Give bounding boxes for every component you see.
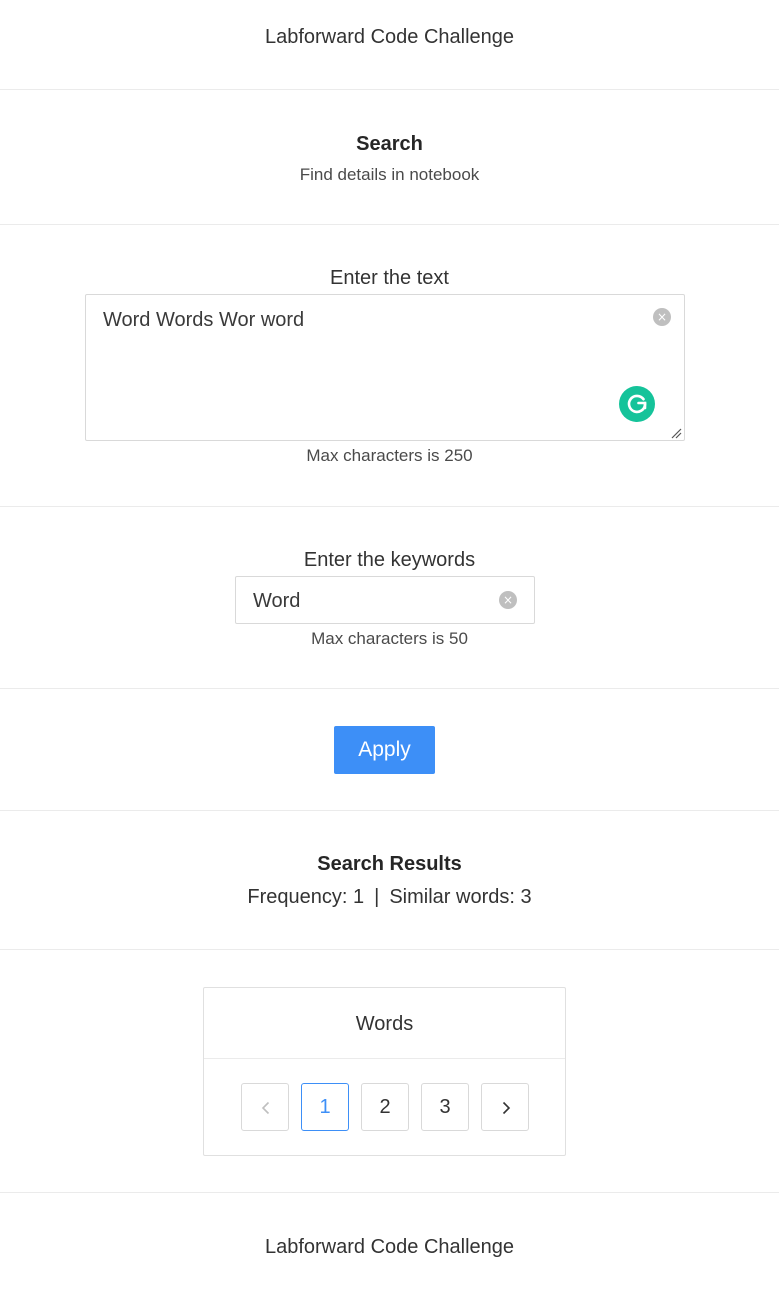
results-summary: Frequency: 1 | Similar words: 3 bbox=[0, 886, 779, 909]
words-section: Words 1 2 3 bbox=[0, 950, 779, 1193]
chevron-right-icon bbox=[502, 1101, 511, 1115]
keywords-field-helper: Max characters is 50 bbox=[311, 629, 468, 648]
grammarly-icon[interactable] bbox=[619, 386, 655, 422]
keywords-field-label: Enter the keywords bbox=[303, 549, 476, 571]
pagination: 1 2 3 bbox=[241, 1083, 531, 1131]
text-field-label: Enter the text bbox=[330, 267, 449, 289]
results-heading: Search Results bbox=[317, 853, 462, 875]
text-area[interactable]: Word Words Wor word × bbox=[85, 294, 685, 441]
footer-title: Labforward Code Challenge bbox=[264, 1236, 515, 1258]
keywords-input[interactable]: Word × bbox=[235, 576, 535, 624]
pagination-prev-button[interactable] bbox=[241, 1083, 289, 1131]
chevron-left-icon bbox=[261, 1101, 270, 1115]
search-subtitle: Find details in notebook bbox=[299, 165, 480, 184]
app-header: Labforward Code Challenge bbox=[0, 0, 779, 90]
text-area-value: Word Words Wor word bbox=[103, 309, 305, 331]
results-separator: | bbox=[374, 886, 380, 908]
app-footer: Labforward Code Challenge bbox=[0, 1193, 779, 1312]
search-section: Search Find details in notebook bbox=[0, 90, 779, 225]
words-card: Words 1 2 3 bbox=[203, 987, 566, 1156]
words-card-title: Words bbox=[204, 988, 565, 1059]
search-heading: Search bbox=[356, 133, 423, 155]
pagination-page-3[interactable]: 3 bbox=[421, 1083, 469, 1131]
frequency-label: Frequency: 1 bbox=[247, 886, 365, 908]
search-results-section: Search Results Frequency: 1 | Similar word… bbox=[0, 811, 779, 950]
pagination-page-1[interactable]: 1 bbox=[301, 1083, 349, 1131]
clear-icon[interactable]: × bbox=[499, 591, 517, 609]
resize-handle-icon[interactable] bbox=[670, 426, 682, 439]
clear-icon[interactable]: × bbox=[653, 308, 671, 326]
keywords-section: Enter the keywords Word × Max characters… bbox=[0, 507, 779, 689]
pagination-page-2[interactable]: 2 bbox=[361, 1083, 409, 1131]
pagination-next-button[interactable] bbox=[481, 1083, 529, 1131]
header-title: Labforward Code Challenge bbox=[264, 26, 515, 48]
text-input-section: Enter the text Word Words Wor word × Max… bbox=[0, 225, 779, 507]
similar-words-label: Similar words: 3 bbox=[389, 886, 532, 908]
keywords-input-value: Word bbox=[253, 590, 301, 612]
apply-button[interactable]: Apply bbox=[334, 726, 435, 774]
apply-section: Apply bbox=[0, 689, 779, 811]
text-field-helper: Max characters is 250 bbox=[306, 446, 473, 465]
